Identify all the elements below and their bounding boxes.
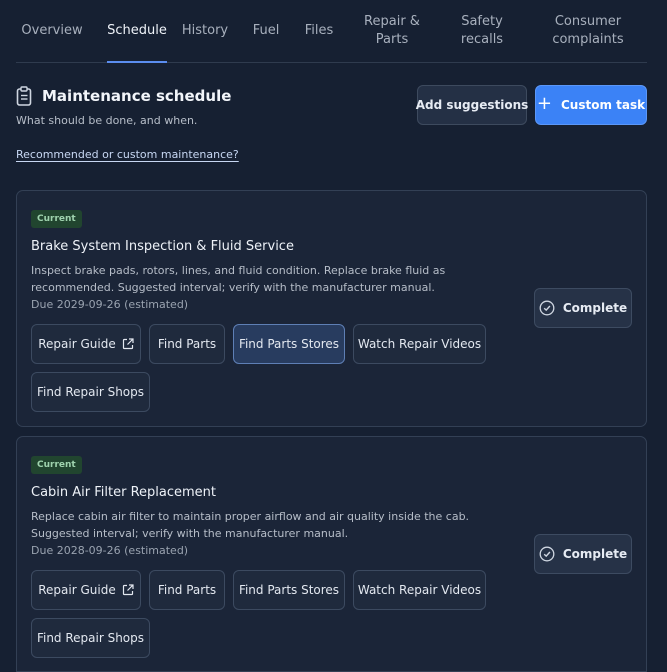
find-parts-stores-label: Find Parts Stores [238,337,340,351]
custom-task-label: Custom task [560,98,646,112]
repair-guide-button[interactable]: Repair Guide [31,324,141,364]
status-badge: Current [31,456,82,474]
complete-label: Complete [562,547,628,561]
tab-safety-recalls[interactable]: Safety recalls [454,0,510,62]
complete-button[interactable]: Complete [534,534,632,574]
add-suggestions-label: Add suggestions [415,98,529,112]
tab-fuel[interactable]: Fuel [250,0,282,62]
tab-overview[interactable]: Overview [16,0,88,62]
find-parts-stores-button[interactable]: Find Parts Stores [233,570,345,610]
find-repair-shops-label: Find Repair Shops [36,385,145,399]
repair-guide-label: Repair Guide [38,337,116,351]
plus-icon: + [536,93,552,114]
watch-repair-videos-label: Watch Repair Videos [357,583,482,597]
find-repair-shops-label: Find Repair Shops [36,631,145,645]
task-title: Cabin Air Filter Replacement [31,485,217,500]
watch-repair-videos-label: Watch Repair Videos [357,337,482,351]
maintenance-help-link[interactable]: Recommended or custom maintenance? [16,148,239,161]
find-parts-button[interactable]: Find Parts [149,570,225,610]
find-parts-stores-label: Find Parts Stores [238,583,340,597]
status-badge: Current [31,210,82,228]
watch-repair-videos-button[interactable]: Watch Repair Videos [353,570,486,610]
find-repair-shops-button[interactable]: Find Repair Shops [31,372,150,412]
task-card: Current Cabin Air Filter Replacement Rep… [16,436,647,672]
find-parts-label: Find Parts [157,337,217,351]
task-due-date: Due 2029-09-26 (estimated) [31,298,189,311]
clipboard-icon [15,86,33,106]
tab-schedule[interactable]: Schedule [107,0,167,63]
repair-guide-label: Repair Guide [38,583,116,597]
tab-repair-parts[interactable]: Repair & Parts [362,0,422,62]
watch-repair-videos-button[interactable]: Watch Repair Videos [353,324,486,364]
check-circle-icon [539,546,555,562]
task-title: Brake System Inspection & Fluid Service [31,239,294,254]
external-link-icon [122,338,134,350]
check-circle-icon [539,300,555,316]
page-subtitle: What should be done, and when. [16,114,198,127]
tab-files[interactable]: Files [302,0,336,62]
find-parts-label: Find Parts [157,583,217,597]
maintenance-schedule-page: Overview Schedule History Fuel Files Rep… [0,0,667,672]
add-suggestions-button[interactable]: Add suggestions [415,85,529,125]
complete-button[interactable]: Complete [534,288,632,328]
custom-task-button[interactable]: + Custom task [535,85,647,125]
task-description: Replace cabin air filter to maintain pro… [31,510,470,540]
tab-bar: Overview Schedule History Fuel Files Rep… [16,0,647,63]
find-parts-stores-button[interactable]: Find Parts Stores [233,324,345,364]
task-due-date: Due 2028-09-26 (estimated) [31,544,189,557]
find-parts-button[interactable]: Find Parts [149,324,225,364]
task-description: Inspect brake pads, rotors, lines, and f… [31,264,446,294]
external-link-icon [122,584,134,596]
find-repair-shops-button[interactable]: Find Repair Shops [31,618,150,658]
tab-history[interactable]: History [182,0,228,62]
page-title: Maintenance schedule [42,87,232,105]
repair-guide-button[interactable]: Repair Guide [31,570,141,610]
tab-consumer-complaints[interactable]: Consumer complaints [550,0,626,62]
task-card: Current Brake System Inspection & Fluid … [16,190,647,427]
complete-label: Complete [562,301,628,315]
